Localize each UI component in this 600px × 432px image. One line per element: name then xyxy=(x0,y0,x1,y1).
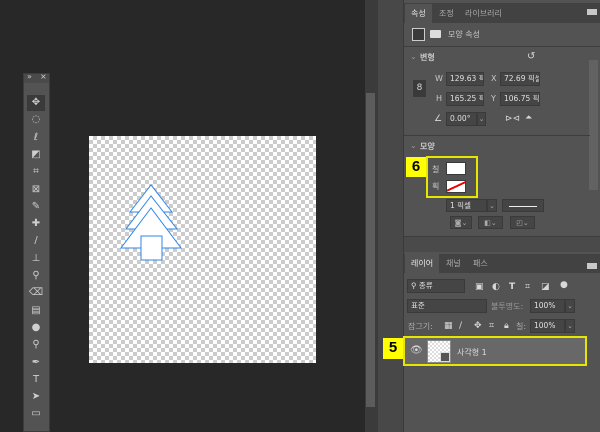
tab-libraries[interactable]: 라이브러리 xyxy=(459,4,508,23)
pen-tool-icon[interactable]: ✒ xyxy=(27,355,45,371)
filter-adjustment-icon[interactable]: ◐ xyxy=(492,282,500,292)
move-tool-icon[interactable]: ✥ xyxy=(27,95,45,111)
shape-bounds-icon xyxy=(412,28,425,41)
collapse-icon[interactable]: » xyxy=(27,72,32,81)
w-label: W xyxy=(435,74,443,83)
stroke-align-dropdown[interactable]: ◙⌄ xyxy=(450,216,472,229)
mask-icon xyxy=(430,30,441,38)
crop-tool-icon[interactable]: ⌗ xyxy=(27,164,45,180)
eraser-tool-icon[interactable]: ⌫ xyxy=(27,285,45,301)
y-label: Y xyxy=(491,94,496,103)
object-select-tool-icon[interactable]: ◩ xyxy=(27,147,45,163)
panel-menu-icon[interactable] xyxy=(587,9,597,15)
angle-icon: ∠ xyxy=(434,114,443,124)
layer-thumbnail[interactable] xyxy=(427,340,451,363)
stroke-cap-dropdown[interactable]: ◧⌄ xyxy=(478,216,503,229)
divider xyxy=(404,135,590,136)
layer-name: 사각형 1 xyxy=(457,348,487,357)
history-brush-tool-icon[interactable]: ⚲ xyxy=(27,268,45,284)
stroke-label: 획 xyxy=(432,182,440,191)
opacity-dropdown[interactable]: ⌄ xyxy=(565,299,575,313)
h-label: H xyxy=(436,94,443,103)
shape-layer-icon xyxy=(440,352,450,362)
x-input[interactable]: 72.69 픽셀 xyxy=(500,72,540,86)
stamp-tool-icon[interactable]: ⊥ xyxy=(27,251,45,267)
blur-tool-icon[interactable]: ● xyxy=(27,320,45,336)
fill-label: 칠: xyxy=(516,322,527,331)
tab-layers[interactable]: 레이어 xyxy=(405,254,440,273)
healing-tool-icon[interactable]: ✚ xyxy=(27,216,45,232)
properties-scrollbar[interactable] xyxy=(589,60,598,190)
close-icon[interactable]: × xyxy=(40,72,47,81)
opacity-label: 불투명도: xyxy=(491,302,524,311)
filter-pixel-icon[interactable]: ▣ xyxy=(475,282,484,292)
stroke-color-swatch[interactable] xyxy=(446,180,466,193)
shape-title: 모양 xyxy=(420,142,435,151)
stroke-width-input[interactable]: 1 픽셀 xyxy=(446,199,487,212)
marquee-tool-icon[interactable]: ◌ xyxy=(27,112,45,128)
filter-type-icon[interactable]: T xyxy=(509,282,515,292)
tab-channels[interactable]: 채널 xyxy=(440,254,467,273)
panel-menu-icon[interactable] xyxy=(587,263,597,269)
brush-tool-icon[interactable]: / xyxy=(27,233,45,249)
tab-paths[interactable]: 패스 xyxy=(467,254,494,273)
lock-label: 잠그기: xyxy=(408,322,433,331)
reset-icon[interactable]: ↺ xyxy=(527,52,535,62)
flip-vertical-icon[interactable]: ⏶ xyxy=(525,113,532,123)
dodge-tool-icon[interactable]: ⚲ xyxy=(27,337,45,353)
frame-tool-icon[interactable]: ⊠ xyxy=(27,182,45,198)
lock-artboard-icon[interactable]: ⌗ xyxy=(489,321,494,331)
eye-icon[interactable]: 👁︎ xyxy=(410,346,423,356)
height-input[interactable]: 165.25 픽셀 xyxy=(446,92,484,106)
stroke-width-dropdown[interactable]: ⌄ xyxy=(487,199,497,212)
link-icon[interactable]: 8 xyxy=(413,80,426,97)
layer-filter-value: 종류 xyxy=(418,281,433,290)
angle-dropdown[interactable]: ⌄ xyxy=(477,112,486,126)
annotation-badge-5: 5 xyxy=(383,338,403,359)
type-tool-icon[interactable]: T xyxy=(27,372,45,388)
blend-mode-value: 표준 xyxy=(411,301,425,310)
tree-shape[interactable] xyxy=(89,136,316,363)
gradient-tool-icon[interactable]: ▤ xyxy=(27,303,45,319)
lasso-tool-icon[interactable]: ℓ xyxy=(27,130,45,146)
stroke-type-dropdown[interactable] xyxy=(502,199,544,212)
panel-separator xyxy=(404,236,600,252)
trunk-rect xyxy=(140,235,163,261)
stroke-corner-dropdown[interactable]: ◰⌄ xyxy=(510,216,535,229)
annotation-badge-6: 6 xyxy=(406,157,426,177)
solid-line-icon xyxy=(509,205,537,207)
lock-position-icon[interactable]: ✥ xyxy=(474,321,482,331)
lock-all-icon[interactable]: 🔒︎ xyxy=(504,321,509,331)
fill-label: 칠 xyxy=(432,165,440,174)
fill-dropdown[interactable]: ⌄ xyxy=(565,319,575,333)
rectangle-tool-icon[interactable]: ▭ xyxy=(27,406,45,422)
chevron-down-icon[interactable]: ⌄ xyxy=(410,52,417,61)
properties-header-label: 모양 속성 xyxy=(448,30,480,39)
fill-color-swatch[interactable] xyxy=(446,162,466,175)
tab-properties[interactable]: 속성 xyxy=(405,4,432,23)
width-input[interactable]: 129.63 픽셀 xyxy=(446,72,484,86)
eyedropper-tool-icon[interactable]: ✎ xyxy=(27,199,45,215)
fill-input[interactable]: 100% xyxy=(530,319,565,333)
filter-toggle-icon[interactable]: ● xyxy=(560,280,568,290)
filter-shape-icon[interactable]: ⌗ xyxy=(525,282,530,292)
canvas-scrollbar-thumb[interactable] xyxy=(366,93,375,407)
chevron-down-icon[interactable]: ⌄ xyxy=(410,141,417,150)
angle-input[interactable]: 0.00° xyxy=(446,112,477,126)
flip-horizontal-icon[interactable]: ⊳⊲ xyxy=(505,114,520,124)
lock-transparent-icon[interactable]: ▦ xyxy=(444,321,453,331)
tab-adjustments[interactable]: 조정 xyxy=(433,4,460,23)
path-select-tool-icon[interactable]: ➤ xyxy=(27,389,45,405)
transform-title: 변형 xyxy=(420,53,435,62)
panel-dock-strip xyxy=(378,0,403,432)
blend-mode-select[interactable]: 표준 xyxy=(407,299,487,313)
y-input[interactable]: 106.75 픽셀 xyxy=(500,92,540,106)
divider xyxy=(404,46,600,47)
layer-filter-select[interactable]: ⚲ 종류 xyxy=(407,279,465,293)
lock-pixels-icon[interactable]: / xyxy=(459,321,462,331)
filter-smart-object-icon[interactable]: ◪ xyxy=(541,282,550,292)
document-canvas[interactable] xyxy=(89,136,316,363)
opacity-input[interactable]: 100% xyxy=(530,299,565,313)
x-label: X xyxy=(491,74,497,83)
